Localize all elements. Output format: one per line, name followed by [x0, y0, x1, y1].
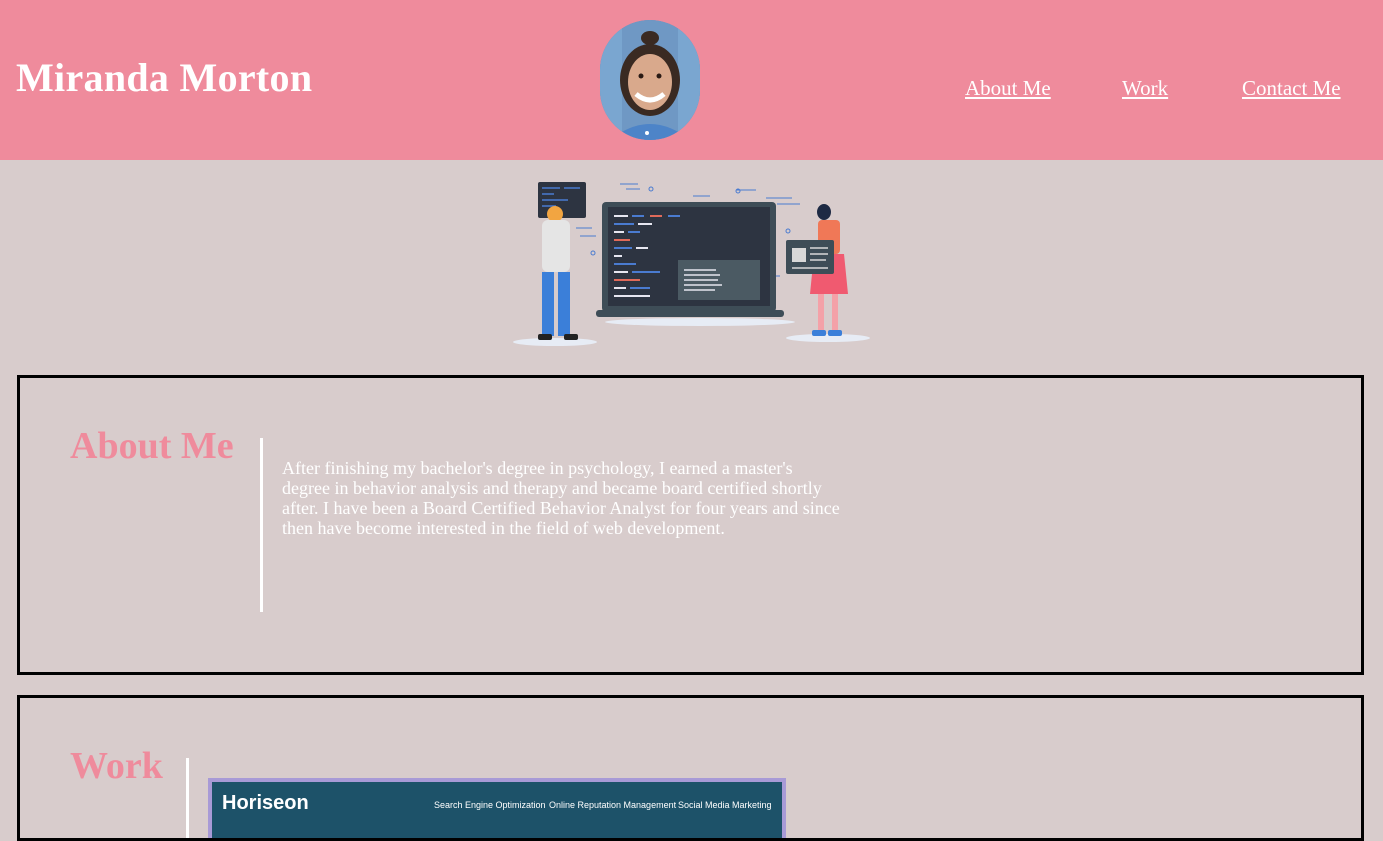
about-text: After finishing my bachelor's degree in … — [282, 458, 840, 538]
work-section: Work Horiseon Search Engine Optimization… — [17, 695, 1364, 841]
work-divider — [186, 758, 189, 838]
site-header: Miranda Morton About Me Work Contact Me — [0, 0, 1383, 160]
about-title: About Me — [70, 425, 234, 467]
site-title: Miranda Morton — [16, 55, 313, 100]
nav-link-about-me[interactable]: About Me — [965, 76, 1051, 101]
avatar — [600, 20, 700, 140]
project-nav-seo: Search Engine Optimization — [434, 800, 546, 810]
nav-link-work[interactable]: Work — [1122, 76, 1168, 101]
project-horiseon-screenshot[interactable]: Horiseon Search Engine Optimization Onli… — [208, 778, 786, 838]
hero-illustration — [510, 176, 872, 348]
project-nav-social: Social Media Marketing — [678, 800, 772, 810]
about-divider — [260, 438, 263, 612]
about-section: About Me After finishing my bachelor's d… — [17, 375, 1364, 675]
project-nav-reputation: Online Reputation Management — [549, 800, 677, 810]
work-title: Work — [70, 745, 163, 787]
nav-link-contact-me[interactable]: Contact Me — [1242, 76, 1341, 101]
project-brand: Horiseon — [222, 792, 309, 814]
